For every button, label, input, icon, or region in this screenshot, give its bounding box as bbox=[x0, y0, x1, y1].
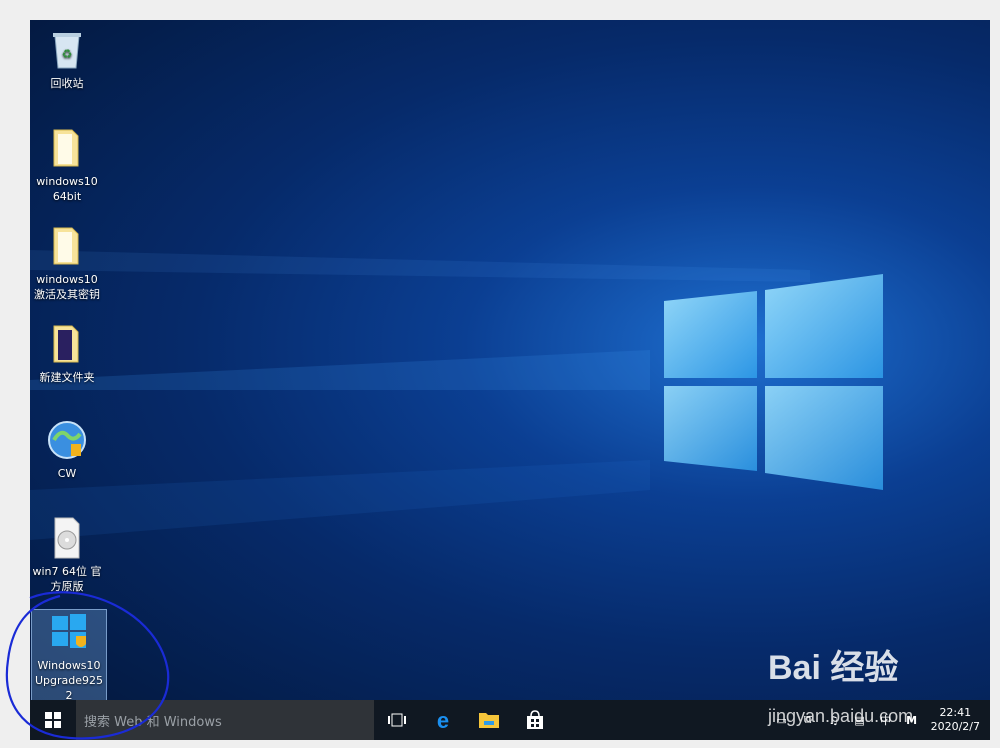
desktop-icon-windows10-upgrade[interactable]: Windows10 Upgrade925 2 bbox=[31, 609, 107, 705]
task-view-icon bbox=[388, 713, 406, 727]
edge-icon: e bbox=[437, 709, 449, 731]
svg-text:♻: ♻ bbox=[62, 47, 73, 61]
disc-image-icon bbox=[46, 516, 88, 560]
desktop-icon-recycle-bin[interactable]: ♻ 回收站 bbox=[30, 28, 104, 91]
desktop-icon-label: Windows10 Upgrade925 2 bbox=[34, 659, 104, 702]
search-input[interactable]: 搜索 Web 和 Windows bbox=[76, 700, 374, 740]
clock[interactable]: 22:41 2020/2/7 bbox=[931, 706, 980, 734]
desktop-icon-label: CW bbox=[57, 467, 77, 480]
svg-text:e: e bbox=[437, 709, 449, 731]
clock-date: 2020/2/7 bbox=[930, 720, 980, 733]
start-button[interactable] bbox=[30, 700, 76, 740]
desktop-icon-label: windows10 64bit bbox=[36, 175, 98, 203]
search-placeholder: 搜索 Web 和 Windows bbox=[84, 714, 222, 730]
windows-start-icon bbox=[45, 712, 61, 728]
desktop-icon-new-folder[interactable]: 新建文件夹 bbox=[30, 322, 104, 385]
store-icon bbox=[527, 710, 543, 729]
desktop-icon-label: 新建文件夹 bbox=[39, 371, 95, 384]
folder-icon bbox=[46, 224, 88, 268]
task-view-button[interactable] bbox=[374, 700, 420, 740]
notifications-icon[interactable]: ▤ bbox=[852, 714, 868, 727]
ime-mode-indicator[interactable]: M bbox=[904, 714, 920, 727]
desktop: ♻ 回收站 windows10 64bit windows10 激活及其密钥 新… bbox=[30, 20, 990, 740]
wallpaper bbox=[30, 250, 883, 540]
recycle-bin-icon: ♻ bbox=[46, 28, 88, 72]
volume-icon[interactable]: ♫ bbox=[826, 714, 842, 727]
desktop-icon-folder-windows10-64bit[interactable]: windows10 64bit bbox=[30, 126, 104, 204]
network-icon[interactable]: ⧉ bbox=[800, 713, 816, 727]
system-tray: ▭ ⧉ ♫ ▤ 中 M 22:41 2020/2/7 bbox=[769, 700, 990, 740]
desktop-icon-label: 回收站 bbox=[50, 77, 84, 90]
desktop-icon-win7-iso[interactable]: win7 64位 官 方原版 bbox=[30, 516, 104, 594]
folder-icon bbox=[46, 126, 88, 170]
battery-icon[interactable]: ▭ bbox=[774, 714, 790, 727]
store-button[interactable] bbox=[512, 700, 558, 740]
desktop-icon-folder-windows10-activation[interactable]: windows10 激活及其密钥 bbox=[30, 224, 104, 302]
edge-button[interactable]: e bbox=[420, 700, 466, 740]
windows-logo-icon bbox=[48, 610, 90, 654]
desktop-icon-label: win7 64位 官 方原版 bbox=[32, 565, 102, 593]
desktop-icon-cw[interactable]: CW bbox=[30, 418, 104, 481]
file-explorer-icon bbox=[479, 713, 499, 728]
clock-time: 22:41 bbox=[939, 706, 972, 719]
input-language-indicator[interactable]: 中 bbox=[878, 712, 894, 728]
folder-icon bbox=[46, 322, 88, 366]
globe-icon bbox=[46, 418, 88, 462]
desktop-icon-label: windows10 激活及其密钥 bbox=[34, 273, 100, 301]
taskbar: 搜索 Web 和 Windows e ▭ ⧉ ♫ ▤ 中 M 22:41 202… bbox=[30, 700, 990, 740]
file-explorer-button[interactable] bbox=[466, 700, 512, 740]
